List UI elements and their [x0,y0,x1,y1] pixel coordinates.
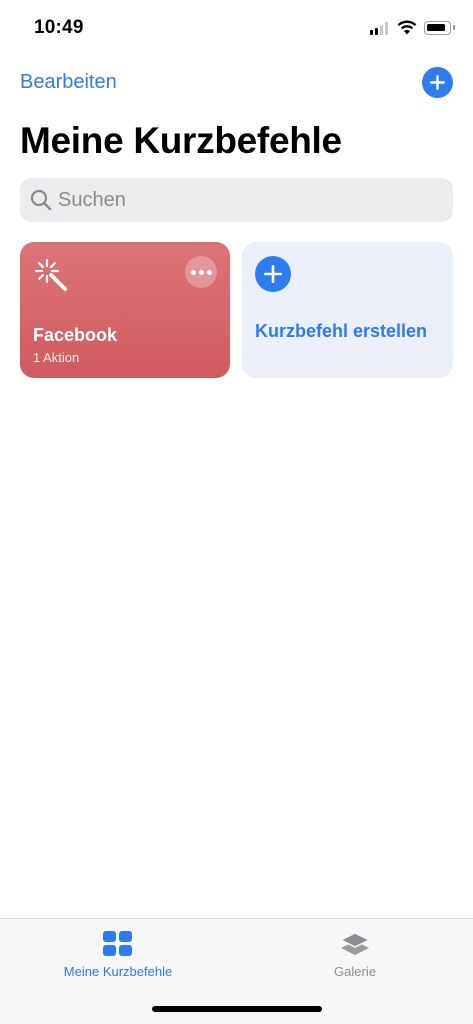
plus-icon [264,265,282,283]
search-placeholder: Suchen [58,189,126,211]
grid-icon [103,931,132,956]
plus-circle [255,256,291,292]
page-title: Meine Kurzbefehle [20,120,342,161]
search-icon [30,189,52,211]
tab-label: Meine Kurzbefehle [63,964,173,979]
shortcut-card-facebook[interactable]: Facebook 1 Aktion [20,242,230,378]
tab-gallery[interactable]: Galerie [237,919,473,999]
wifi-icon [397,20,417,35]
battery-icon [424,21,455,35]
create-shortcut-card[interactable]: Kurzbefehl erstellen [242,242,453,378]
plus-icon [430,75,445,90]
shortcut-subtitle: 1 Aktion [33,350,80,365]
add-shortcut-button[interactable] [422,67,453,98]
status-bar: 10:49 [0,0,473,56]
tab-label: Galerie [334,964,376,979]
tab-my-shortcuts[interactable]: Meine Kurzbefehle [0,919,236,999]
edit-button[interactable]: Bearbeiten [20,71,117,94]
create-shortcut-label: Kurzbefehl erstellen [255,321,428,341]
home-indicator[interactable] [152,1006,322,1012]
signal-icon [370,22,388,35]
status-time: 10:49 [34,17,84,38]
search-input[interactable]: Suchen [20,178,453,222]
layers-icon [339,932,371,955]
more-button[interactable] [185,256,217,288]
ellipsis-icon [190,269,212,275]
shortcut-title: Facebook [33,325,118,345]
magic-wand-icon [34,258,67,291]
shortcuts-screen: 10:49 Bearbeiten Meine Kurzbefehle Suche… [0,0,473,1024]
